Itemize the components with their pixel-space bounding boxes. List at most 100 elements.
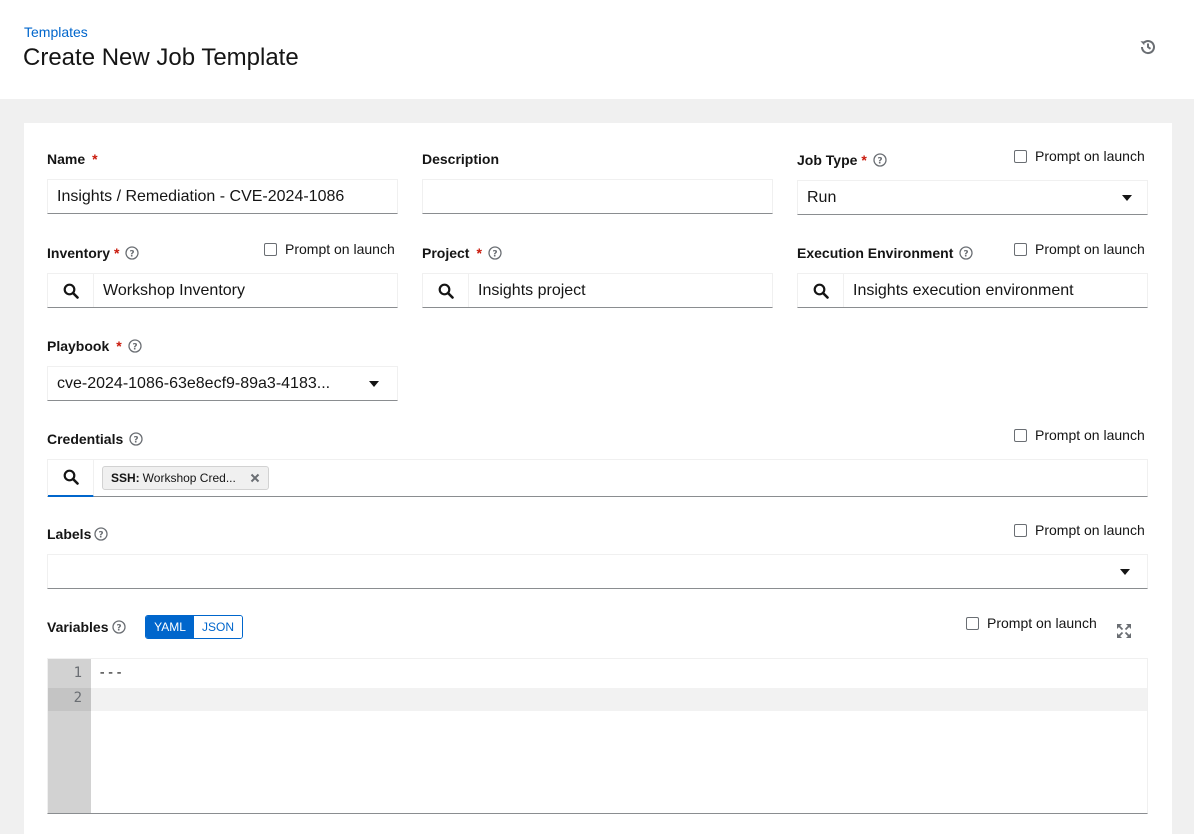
variables-label-text: Variables [47,619,109,635]
svg-text:?: ? [116,623,121,633]
playbook-value: cve-2024-1086-63e8ecf9-89a3-4183... [57,374,331,392]
search-icon[interactable] [423,274,469,307]
prompt-label: Prompt on launch [1035,241,1145,257]
credential-chip-type: SSH: [111,471,140,485]
editor-line: --- [98,665,124,681]
project-lookup[interactable]: Insights project [422,273,773,308]
json-toggle-button[interactable]: JSON [194,616,242,638]
name-input-value: Insights / Remediation - CVE-2024-1086 [57,187,345,205]
description-label: Description [422,151,499,167]
project-value: Insights project [478,281,586,299]
svg-text:?: ? [130,249,135,259]
name-label-text: Name [47,151,86,167]
svg-text:?: ? [132,342,137,352]
name-input[interactable]: Insights / Remediation - CVE-2024-1086 [47,179,398,214]
name-label: Name * [47,151,98,167]
labels-select[interactable] [47,554,1148,589]
question-circle-icon[interactable]: ? [959,246,974,260]
credentials-label: Credentials ? [47,431,143,447]
prompt-label: Prompt on launch [987,615,1097,631]
job-template-form: Name * Description Job Type * ? Prompt on … [24,123,1172,834]
editor-active-line [91,688,1147,711]
variables-mode-toggle: YAML JSON [145,615,243,639]
checkbox[interactable] [1014,242,1027,256]
times-icon[interactable] [250,473,260,483]
credentials-label-text: Credentials [47,431,124,447]
question-circle-icon[interactable]: ? [873,153,887,167]
labels-label-text: Labels [47,526,92,542]
credentials-prompt-checkbox[interactable]: Prompt on launch [1014,427,1145,443]
checkbox[interactable] [1014,149,1027,163]
search-icon[interactable] [798,274,844,307]
checkbox[interactable] [1014,428,1027,442]
project-label-text: Project [422,245,470,261]
job-type-label: Job Type * ? [797,152,887,168]
description-label-text: Description [422,151,500,167]
history-icon[interactable] [1137,36,1159,58]
description-input[interactable] [422,179,773,214]
labels-label: Labels ? [47,526,109,542]
search-icon[interactable] [48,274,94,307]
execution-environment-value: Insights execution environment [853,281,1074,299]
inventory-lookup[interactable]: Workshop Inventory [47,273,398,308]
inventory-label-text: Inventory [47,245,111,261]
credential-chip-name: Workshop Cred... [142,471,236,485]
inventory-value: Workshop Inventory [103,281,245,299]
job-type-label-text: Job Type [797,152,858,168]
expand-icon[interactable] [1116,623,1132,639]
required-marker: * [861,152,867,168]
required-marker: * [92,151,98,167]
prompt-label: Prompt on launch [1035,522,1145,538]
labels-prompt-checkbox[interactable]: Prompt on launch [1014,522,1145,538]
editor-gutter [48,659,91,813]
checkbox[interactable] [1014,523,1027,537]
playbook-select[interactable]: cve-2024-1086-63e8ecf9-89a3-4183... [47,366,398,401]
execution-environment-prompt-checkbox[interactable]: Prompt on launch [1014,241,1145,257]
project-label: Project * ? [422,245,502,261]
credentials-lookup[interactable]: SSH: Workshop Cred... [47,459,1148,497]
variables-label: Variables ? [47,619,126,635]
execution-environment-lookup[interactable]: Insights execution environment [797,273,1148,308]
question-circle-icon[interactable]: ? [125,246,140,260]
required-marker: * [476,245,482,261]
prompt-label: Prompt on launch [1035,427,1145,443]
job-type-select[interactable]: Run [797,180,1148,215]
playbook-label: Playbook * ? [47,338,142,354]
svg-text:?: ? [99,530,104,540]
question-circle-icon[interactable]: ? [488,246,502,260]
execution-environment-label-text: Execution Environment [797,245,954,261]
credential-chip: SSH: Workshop Cred... [102,466,269,490]
inventory-label: Inventory * ? [47,245,140,261]
line-number: 1 [73,665,82,681]
question-circle-icon[interactable]: ? [111,620,126,634]
job-type-value: Run [807,188,837,206]
question-circle-icon[interactable]: ? [94,527,109,541]
svg-text:?: ? [964,249,969,259]
line-number: 2 [73,690,82,706]
prompt-label: Prompt on launch [285,241,395,257]
caret-down-icon [369,381,379,387]
svg-text:?: ? [134,435,139,445]
yaml-toggle-button[interactable]: YAML [146,616,194,638]
caret-down-icon [1122,195,1132,201]
inventory-prompt-checkbox[interactable]: Prompt on launch [264,241,395,257]
checkbox[interactable] [264,242,277,256]
page-header: Templates Create New Job Template [0,0,1194,99]
breadcrumb-templates[interactable]: Templates [24,24,88,40]
svg-text:?: ? [492,249,497,259]
question-circle-icon[interactable]: ? [129,432,143,446]
question-circle-icon[interactable]: ? [128,339,142,353]
checkbox[interactable] [966,616,979,630]
required-marker: * [116,338,122,354]
prompt-label: Prompt on launch [1035,148,1145,164]
search-icon[interactable] [48,459,94,497]
variables-prompt-checkbox[interactable]: Prompt on launch [966,615,1097,631]
execution-environment-label: Execution Environment ? [797,245,974,261]
variables-code-editor[interactable]: 1 2 --- [47,658,1148,814]
job-type-prompt-checkbox[interactable]: Prompt on launch [1014,148,1145,164]
page-title: Create New Job Template [23,44,299,71]
caret-down-icon [1120,569,1130,575]
svg-text:?: ? [877,156,882,166]
playbook-label-text: Playbook [47,338,110,354]
required-marker: * [114,245,120,261]
